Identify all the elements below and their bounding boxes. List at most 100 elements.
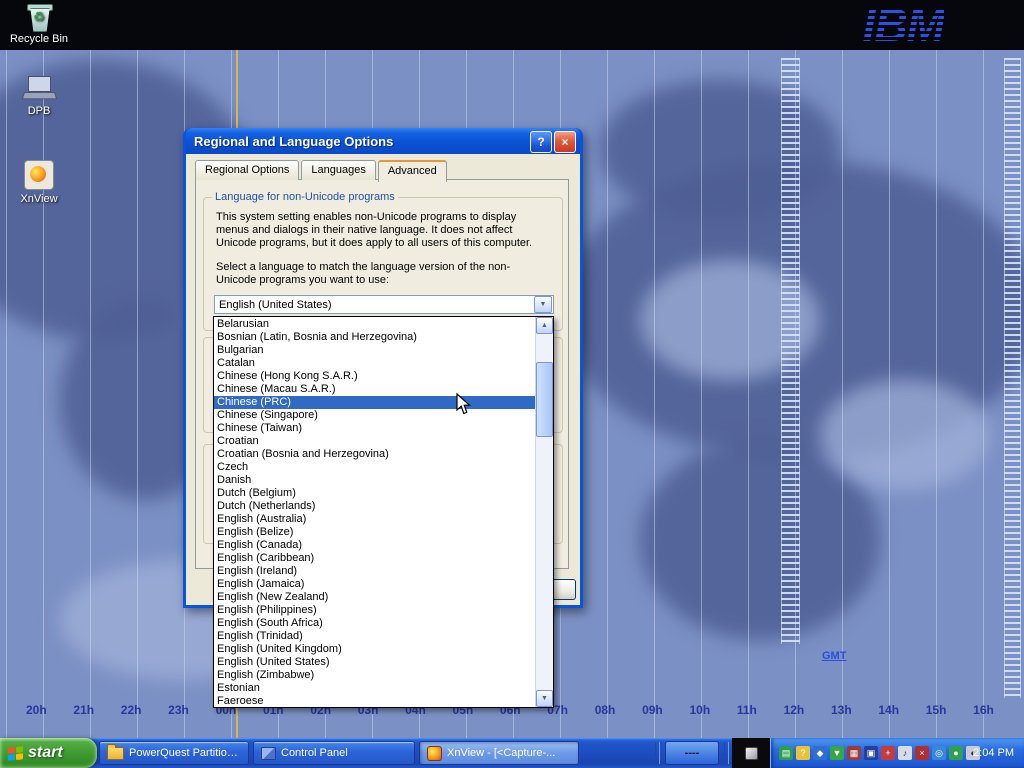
dropdown-item[interactable]: Croatian (214, 435, 536, 448)
taskbar-button-xnview[interactable]: XnView - [<Capture-... (419, 741, 579, 765)
usb-device-icon[interactable]: ▣ (864, 746, 878, 760)
group-description-2: Select a language to match the language … (216, 261, 546, 287)
dropdown-item[interactable]: Czech (214, 461, 536, 474)
dropdown-item[interactable]: Dutch (Belgium) (214, 487, 536, 500)
dropdown-item[interactable]: English (Belize) (214, 526, 536, 539)
dropdown-item[interactable]: English (United States) (214, 656, 536, 669)
dropdown-item[interactable]: English (Trinidad) (214, 630, 536, 643)
windows-update-icon[interactable]: ◆ (813, 746, 827, 760)
timezone-label: 15h (926, 703, 947, 717)
taskbar-clock[interactable]: 2:04 PM (973, 747, 1024, 759)
power-icon[interactable]: ● (949, 746, 963, 760)
dropdown-item[interactable]: English (United Kingdom) (214, 643, 536, 656)
combobox-dropdown-icon[interactable]: ▼ (534, 296, 552, 313)
desktop-icon-label: XnView (2, 193, 76, 205)
dropdown-scrollbar[interactable]: ▲ ▼ (535, 317, 553, 707)
task-error-icon[interactable]: × (915, 746, 929, 760)
dropdown-item[interactable]: Danish (214, 474, 536, 487)
recycle-bin-icon: ♻ (26, 2, 52, 30)
tab-regional-options[interactable]: Regional Options (195, 160, 299, 180)
download-icon[interactable]: ▼ (830, 746, 844, 760)
dropdown-item[interactable]: English (Canada) (214, 539, 536, 552)
gmt-label: GMT (822, 650, 846, 662)
network-status-icon[interactable]: ▤ (779, 746, 793, 760)
window-title: Regional and Language Options (186, 134, 393, 149)
xnview-app-icon (427, 746, 442, 761)
dropdown-item[interactable]: Chinese (Macau S.A.R.) (214, 383, 536, 396)
messenger-icon[interactable]: ◎ (932, 746, 946, 760)
scroll-down-button[interactable]: ▼ (536, 690, 553, 707)
dropdown-item[interactable]: English (Caribbean) (214, 552, 536, 565)
taskbar-separator[interactable] (655, 742, 660, 764)
dropdown-item[interactable]: Faeroese (214, 695, 536, 708)
groupbox-title: Language for non-Unicode programs (212, 191, 398, 203)
dropdown-item[interactable]: Chinese (Hong Kong S.A.R.) (214, 370, 536, 383)
display-settings-icon[interactable]: ▦ (847, 746, 861, 760)
combobox-value: English (United States) (215, 299, 533, 311)
dropdown-item[interactable]: English (Jamaica) (214, 578, 536, 591)
language-dropdown-list[interactable]: ▲ ▼ BelarusianBosnian (Latin, Bosnia and… (213, 316, 554, 708)
timezone-label: 22h (121, 703, 142, 717)
tab-strip: Regional Options Languages Advanced (195, 160, 449, 180)
taskbar-band[interactable]: ---- (665, 741, 719, 765)
help-button[interactable]: ? (530, 131, 552, 153)
non-unicode-groupbox: Language for non-Unicode programs This s… (203, 197, 563, 331)
control-panel-icon (261, 747, 276, 760)
dropdown-item[interactable]: Croatian (Bosnia and Herzegovina) (214, 448, 536, 461)
dropdown-item[interactable]: Bulgarian (214, 344, 536, 357)
timezone-label: 09h (642, 703, 663, 717)
dropdown-item[interactable]: English (Philippines) (214, 604, 536, 617)
scrollbar-thumb[interactable] (536, 362, 553, 437)
dropdown-item[interactable]: Chinese (PRC) (214, 396, 536, 409)
tab-advanced[interactable]: Advanced (378, 160, 447, 182)
taskbar-button-powerquest[interactable]: PowerQuest Partition... (99, 741, 249, 765)
taskbar: start PowerQuest Partition... Control Pa… (0, 738, 1024, 768)
desktop-icon-xnview[interactable]: XnView (2, 160, 76, 205)
timezone-label: 14h (878, 703, 899, 717)
desktop-icon-dpb[interactable]: DPB (2, 76, 76, 117)
wallpaper-hatch-band (1004, 58, 1021, 698)
dropdown-item[interactable]: English (Ireland) (214, 565, 536, 578)
mouse-cursor (456, 393, 476, 421)
dropdown-item[interactable]: Dutch (Netherlands) (214, 500, 536, 513)
dropdown-item[interactable]: English (South Africa) (214, 617, 536, 630)
security-alert-icon[interactable]: ? (796, 746, 810, 760)
window-titlebar[interactable]: Regional and Language Options ? × (186, 128, 580, 154)
timezone-label: 23h (168, 703, 189, 717)
dropdown-item[interactable]: Catalan (214, 357, 536, 370)
timezone-label: 11h (737, 703, 757, 717)
scrollbar-track[interactable] (536, 334, 553, 690)
scroll-up-button[interactable]: ▲ (536, 317, 553, 334)
dropdown-item[interactable]: English (New Zealand) (214, 591, 536, 604)
dropdown-item[interactable]: English (Australia) (214, 513, 536, 526)
timezone-label: 16h (973, 703, 994, 717)
taskbar-dark-slot[interactable] (732, 738, 770, 768)
taskbar-separator[interactable] (724, 742, 729, 764)
timezone-label: 12h (784, 703, 805, 717)
desktop-icon-label: Recycle Bin (2, 33, 76, 45)
tab-languages[interactable]: Languages (301, 160, 375, 180)
dropdown-item[interactable]: Belarusian (214, 318, 536, 331)
desktop-icon-recycle-bin[interactable]: ♻ Recycle Bin (2, 2, 76, 45)
timezone-label: 13h (831, 703, 852, 717)
volume-icon[interactable]: ♪ (898, 746, 912, 760)
timezone-label: 21h (73, 703, 94, 717)
dropdown-item[interactable]: English (Zimbabwe) (214, 669, 536, 682)
timezone-label: 20h (26, 703, 47, 717)
desktop-icon-label: DPB (2, 105, 76, 117)
taskbar-button-control-panel[interactable]: Control Panel (253, 741, 415, 765)
folder-icon (107, 747, 124, 760)
dropdown-item[interactable]: Estonian (214, 682, 536, 695)
windows-flag-icon (8, 746, 23, 761)
dropdown-item[interactable]: Chinese (Taiwan) (214, 422, 536, 435)
dropdown-item[interactable]: Bosnian (Latin, Bosnia and Herzegovina) (214, 331, 536, 344)
wallpaper-hatch-band (781, 58, 800, 644)
ibm-logo: IBM (863, 0, 944, 52)
laptop-icon (22, 76, 56, 102)
antivirus-icon[interactable]: + (881, 746, 895, 760)
start-button[interactable]: start (0, 738, 97, 768)
language-combobox[interactable]: English (United States) ▼ (214, 295, 554, 314)
close-button[interactable]: × (554, 131, 576, 153)
timezone-label: 08h (595, 703, 616, 717)
dropdown-item[interactable]: Chinese (Singapore) (214, 409, 536, 422)
